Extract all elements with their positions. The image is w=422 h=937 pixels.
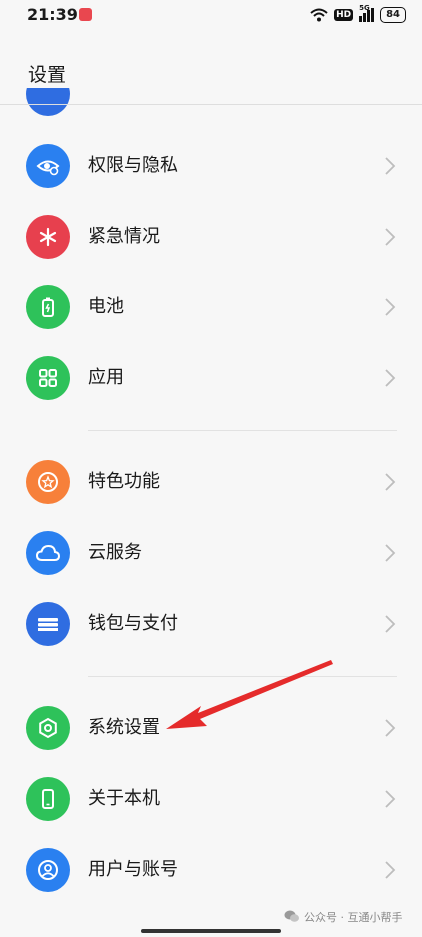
settings-item-apps[interactable]: 应用: [0, 343, 422, 413]
settings-item-label: 系统设置: [88, 717, 160, 738]
settings-item-emergency[interactable]: 紧急情况: [0, 202, 422, 272]
apps-grid-icon: [26, 356, 70, 400]
settings-item-label: 云服务: [88, 542, 142, 563]
settings-item-label: 钱包与支付: [88, 613, 178, 634]
settings-item-label: 电池: [88, 296, 124, 317]
chevron-right-icon: [385, 228, 396, 246]
privacy-eye-icon: [26, 144, 70, 188]
chevron-right-icon: [385, 615, 396, 633]
phone-icon: [26, 777, 70, 821]
emergency-asterisk-icon: [26, 215, 70, 259]
wifi-icon: [310, 8, 328, 22]
chevron-right-icon: [385, 790, 396, 808]
chevron-right-icon: [385, 861, 396, 879]
settings-item-label: 关于本机: [88, 788, 160, 809]
chevron-right-icon: [385, 298, 396, 316]
settings-item-label: 特色功能: [88, 471, 160, 492]
chevron-right-icon: [385, 719, 396, 737]
settings-item-privacy[interactable]: 权限与隐私: [0, 131, 422, 201]
status-bar: 21:39 HD 5G 84: [0, 0, 422, 30]
user-account-icon: [26, 848, 70, 892]
notification-app-icon: [79, 8, 92, 21]
settings-item-label: 紧急情况: [88, 226, 160, 247]
settings-item-about-phone[interactable]: 关于本机: [0, 764, 422, 834]
settings-item-label: 用户与账号: [88, 859, 178, 880]
settings-item-features[interactable]: 特色功能: [0, 447, 422, 517]
group-divider: [88, 430, 397, 431]
home-indicator[interactable]: [141, 929, 281, 933]
cloud-icon: [26, 531, 70, 575]
chevron-right-icon: [385, 473, 396, 491]
header-divider: [0, 104, 422, 105]
battery-indicator: 84: [380, 7, 406, 23]
partially-scrolled-icon: [26, 88, 70, 116]
settings-item-label: 权限与隐私: [88, 155, 178, 176]
group-divider: [88, 676, 397, 677]
watermark-text: 公众号 · 互通小帮手: [304, 911, 403, 924]
page-title: 设置: [28, 64, 67, 86]
hexagon-gear-icon: [26, 706, 70, 750]
settings-item-users-accounts[interactable]: 用户与账号: [0, 835, 422, 905]
hd-badge: HD: [334, 9, 354, 21]
settings-item-cloud[interactable]: 云服务: [0, 518, 422, 588]
status-time: 21:39: [27, 5, 78, 24]
wallet-icon: [26, 602, 70, 646]
chevron-right-icon: [385, 544, 396, 562]
settings-item-wallet[interactable]: 钱包与支付: [0, 589, 422, 659]
status-icons: HD 5G 84: [310, 4, 406, 24]
settings-item-battery[interactable]: 电池: [0, 272, 422, 342]
star-circle-icon: [26, 460, 70, 504]
battery-icon: [26, 285, 70, 329]
chevron-right-icon: [385, 157, 396, 175]
settings-item-label: 应用: [88, 367, 124, 388]
signal-icon: 5G: [359, 4, 375, 22]
settings-item-system-settings[interactable]: 系统设置: [0, 693, 422, 763]
network-type: 5G: [359, 4, 370, 12]
wechat-icon: [284, 910, 299, 922]
chevron-right-icon: [385, 369, 396, 387]
